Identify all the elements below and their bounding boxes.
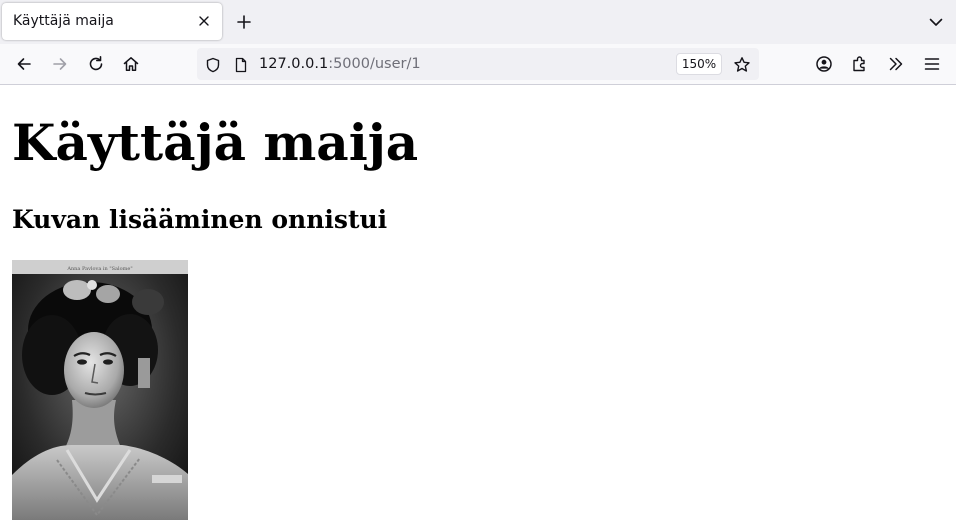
star-icon[interactable] [733, 56, 751, 74]
tab-strip: Käyttäjä maija [0, 0, 956, 44]
shield-icon[interactable] [204, 56, 222, 74]
puzzle-icon[interactable] [848, 52, 872, 76]
reload-icon[interactable] [84, 52, 108, 76]
home-icon[interactable] [119, 52, 143, 76]
page-subtitle: Kuvan lisääminen onnistui [12, 205, 388, 234]
plus-icon[interactable] [234, 12, 254, 32]
arrow-left-icon[interactable] [12, 52, 36, 76]
account-icon[interactable] [812, 52, 836, 76]
photo-image: Anna Pavlova in "Salome" [12, 260, 188, 520]
url-path: :5000/user/1 [328, 56, 421, 72]
tab-active[interactable]: Käyttäjä maija [2, 3, 222, 40]
url-host: 127.0.0.1 [259, 56, 329, 72]
page-title: Käyttäjä maija [12, 113, 419, 172]
photo-caption: Anna Pavlova in "Salome" [66, 266, 132, 272]
address-bar[interactable]: 127.0.0.1:5000/user/1 150% [197, 48, 759, 80]
close-icon[interactable] [196, 13, 212, 29]
url-text: 127.0.0.1:5000/user/1 [259, 56, 421, 72]
navigation-toolbar: 127.0.0.1:5000/user/1 150% [0, 44, 956, 85]
tab-title: Käyttäjä maija [13, 13, 114, 29]
arrow-right-icon[interactable] [48, 52, 72, 76]
double-chevron-icon[interactable] [884, 52, 908, 76]
zoom-level-button[interactable]: 150% [676, 53, 722, 75]
page-icon[interactable] [232, 56, 250, 74]
uploaded-photo: Anna Pavlova in "Salome" [12, 260, 188, 520]
hamburger-icon[interactable] [920, 52, 944, 76]
chevron-down-icon[interactable] [926, 12, 946, 32]
